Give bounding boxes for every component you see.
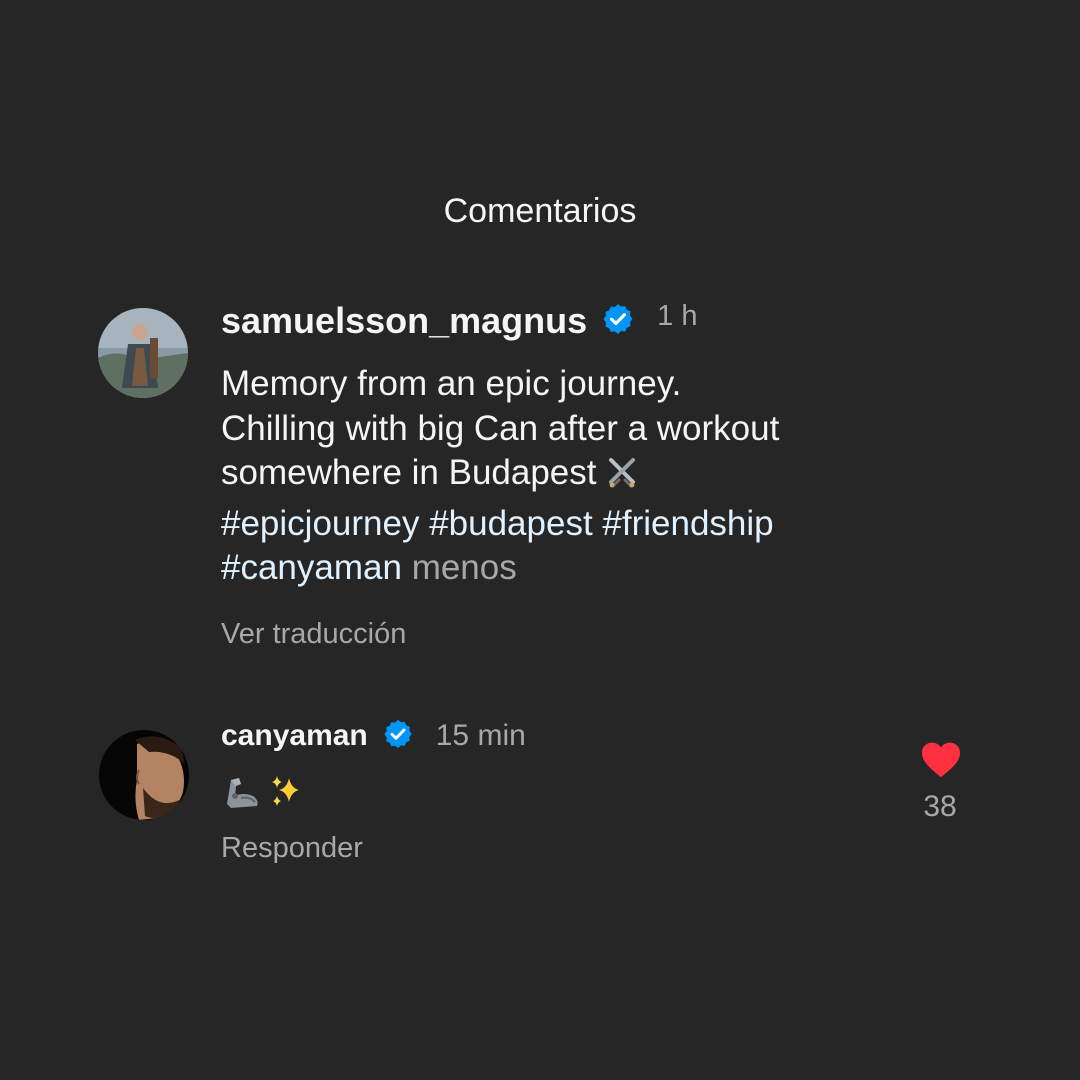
mechanical-arm-icon bbox=[221, 770, 265, 819]
show-less-button[interactable]: menos bbox=[412, 548, 517, 587]
avatar[interactable] bbox=[99, 730, 189, 820]
comment-text bbox=[221, 770, 307, 818]
caption-line: somewhere in Budapest bbox=[221, 451, 921, 502]
hashtag-link[interactable]: #epicjourney #budapest #friendship bbox=[221, 504, 774, 543]
caption-line: Memory from an epic journey. bbox=[221, 364, 682, 403]
verified-badge-icon bbox=[382, 718, 414, 755]
post-timestamp: 1 h bbox=[657, 299, 698, 332]
post-caption: Memory from an epic journey. Chilling wi… bbox=[221, 362, 921, 591]
comment-author-username[interactable]: canyaman bbox=[221, 719, 368, 753]
hashtag-link[interactable]: #canyaman bbox=[221, 548, 402, 587]
caption-line-text: somewhere in Budapest bbox=[221, 453, 597, 492]
post-author-username[interactable]: samuelsson_magnus bbox=[221, 300, 587, 342]
comment-timestamp: 15 min bbox=[435, 719, 526, 752]
sparkles-icon bbox=[267, 772, 307, 817]
like-count: 38 bbox=[923, 790, 957, 823]
caption-line: Chilling with big Can after a workout bbox=[221, 408, 780, 448]
crossed-swords-icon bbox=[605, 456, 639, 502]
reply-button[interactable]: Responder bbox=[221, 832, 363, 865]
verified-badge-icon bbox=[601, 302, 635, 341]
page-title: Comentarios bbox=[443, 192, 637, 230]
heart-icon[interactable] bbox=[920, 740, 962, 783]
avatar[interactable] bbox=[98, 308, 188, 398]
see-translation-button[interactable]: Ver traducción bbox=[221, 618, 406, 651]
